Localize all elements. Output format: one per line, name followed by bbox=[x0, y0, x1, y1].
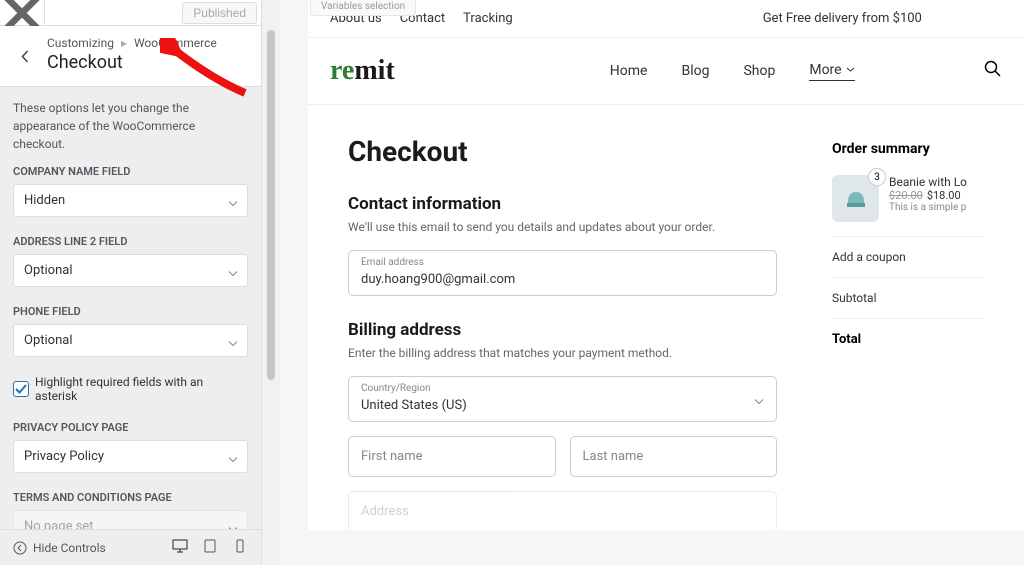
preview-frame: Variables selection About us Contact Tra… bbox=[308, 0, 1024, 530]
phone-label: PHONE FIELD bbox=[0, 305, 261, 324]
promo-text: Get Free delivery from $100 bbox=[763, 11, 922, 26]
privacy-label: PRIVACY POLICY PAGE bbox=[0, 421, 261, 440]
billing-heading: Billing address bbox=[348, 320, 777, 340]
item-thumbnail: 3 bbox=[832, 175, 879, 222]
privacy-select[interactable]: Privacy Policy bbox=[13, 440, 248, 473]
customizer-footer: Hide Controls bbox=[0, 529, 261, 565]
beanie-icon bbox=[844, 187, 868, 211]
logo[interactable]: remit bbox=[330, 55, 395, 87]
country-label: Country/Region bbox=[361, 383, 764, 394]
page-heading: Checkout bbox=[348, 135, 777, 168]
panel-description: These options let you change the appeara… bbox=[0, 87, 261, 165]
phone-select[interactable]: Optional bbox=[13, 324, 248, 357]
hide-controls-button[interactable]: Hide Controls bbox=[13, 541, 106, 555]
chevron-left-icon bbox=[21, 50, 29, 63]
mobile-icon bbox=[232, 539, 248, 553]
customizer-scroll[interactable]: These options let you change the appeara… bbox=[0, 87, 261, 529]
customizer-sidebar: Published Customizing ▸ WooCommerce Chec… bbox=[0, 0, 262, 565]
highlight-required-label: Highlight required fields with an asteri… bbox=[35, 375, 248, 403]
order-summary: Order summary 3 Beanie with Lo $20.00 $18… bbox=[832, 135, 984, 530]
panel-title-bar: Customizing ▸ WooCommerce Checkout bbox=[0, 26, 261, 87]
item-desc: This is a simple p bbox=[889, 202, 984, 213]
breadcrumb-separator: ▸ bbox=[121, 36, 127, 50]
checkout-main: Checkout Contact information We'll use t… bbox=[348, 135, 777, 530]
logo-accent: re bbox=[330, 55, 354, 86]
tablet-device-button[interactable] bbox=[202, 538, 218, 557]
search-icon bbox=[984, 60, 1002, 78]
nav-more-label: More bbox=[809, 62, 841, 78]
summary-item: 3 Beanie with Lo $20.00 $18.00 This is a … bbox=[832, 175, 984, 222]
billing-sub: Enter the billing address that matches y… bbox=[348, 346, 777, 360]
scrollbar-thumb[interactable] bbox=[267, 30, 275, 380]
desktop-icon bbox=[172, 539, 188, 553]
tracking-link[interactable]: Tracking bbox=[463, 11, 513, 26]
check-icon bbox=[15, 384, 27, 394]
mobile-device-button[interactable] bbox=[232, 538, 248, 557]
terms-select[interactable]: No page set bbox=[13, 510, 248, 529]
chevron-down-icon bbox=[846, 67, 855, 72]
contact-sub: We'll use this email to send you details… bbox=[348, 220, 777, 234]
qty-badge: 3 bbox=[868, 168, 886, 186]
nav-blog[interactable]: Blog bbox=[681, 63, 709, 79]
email-field[interactable]: Email address duy.hoang900@gmail.com bbox=[348, 250, 777, 296]
item-name: Beanie with Lo bbox=[889, 175, 984, 189]
nav-shop[interactable]: Shop bbox=[743, 63, 775, 79]
nav-bar: remit Home Blog Shop More bbox=[308, 38, 1024, 105]
search-button[interactable] bbox=[984, 60, 1002, 82]
published-button[interactable]: Published bbox=[182, 2, 257, 24]
add-coupon[interactable]: Add a coupon bbox=[832, 236, 984, 277]
email-label: Email address bbox=[361, 257, 764, 268]
summary-title: Order summary bbox=[832, 141, 984, 157]
panel-title: Checkout bbox=[47, 52, 217, 73]
last-name-input[interactable]: Last name bbox=[570, 436, 778, 477]
breadcrumb-section: WooCommerce bbox=[134, 36, 217, 50]
address-input[interactable]: Address bbox=[348, 491, 777, 530]
chevron-down-icon bbox=[754, 390, 764, 409]
collapse-icon bbox=[13, 541, 27, 555]
breadcrumb: Customizing ▸ WooCommerce bbox=[47, 36, 217, 50]
company-name-label: COMPANY NAME FIELD bbox=[0, 165, 261, 184]
terms-label: TERMS AND CONDITIONS PAGE bbox=[0, 491, 261, 510]
address2-label: ADDRESS LINE 2 FIELD bbox=[0, 235, 261, 254]
variables-selection-tab[interactable]: Variables selection bbox=[310, 0, 416, 16]
nav-home[interactable]: Home bbox=[610, 63, 648, 79]
address2-select[interactable]: Optional bbox=[13, 254, 248, 287]
company-name-select[interactable]: Hidden bbox=[13, 184, 248, 217]
new-price: $18.00 bbox=[927, 189, 961, 202]
desktop-device-button[interactable] bbox=[172, 538, 188, 557]
contact-heading: Contact information bbox=[348, 194, 777, 214]
back-button[interactable] bbox=[13, 36, 37, 76]
subtotal-row: Subtotal bbox=[832, 277, 984, 318]
preview-area: Variables selection About us Contact Tra… bbox=[280, 0, 1024, 565]
customizer-header: Published bbox=[0, 0, 261, 26]
email-value: duy.hoang900@gmail.com bbox=[361, 272, 515, 287]
tablet-icon bbox=[202, 539, 218, 553]
country-value: United States (US) bbox=[361, 398, 467, 413]
country-select[interactable]: Country/Region United States (US) bbox=[348, 376, 777, 422]
logo-rest: mit bbox=[354, 55, 394, 86]
hide-controls-label: Hide Controls bbox=[33, 541, 106, 555]
first-name-input[interactable]: First name bbox=[348, 436, 556, 477]
nav-more[interactable]: More bbox=[809, 62, 854, 81]
total-row: Total bbox=[832, 318, 984, 360]
old-price: $20.00 bbox=[889, 189, 923, 202]
close-button[interactable] bbox=[0, 0, 45, 26]
highlight-required-checkbox[interactable] bbox=[13, 381, 29, 397]
breadcrumb-root: Customizing bbox=[47, 36, 114, 50]
